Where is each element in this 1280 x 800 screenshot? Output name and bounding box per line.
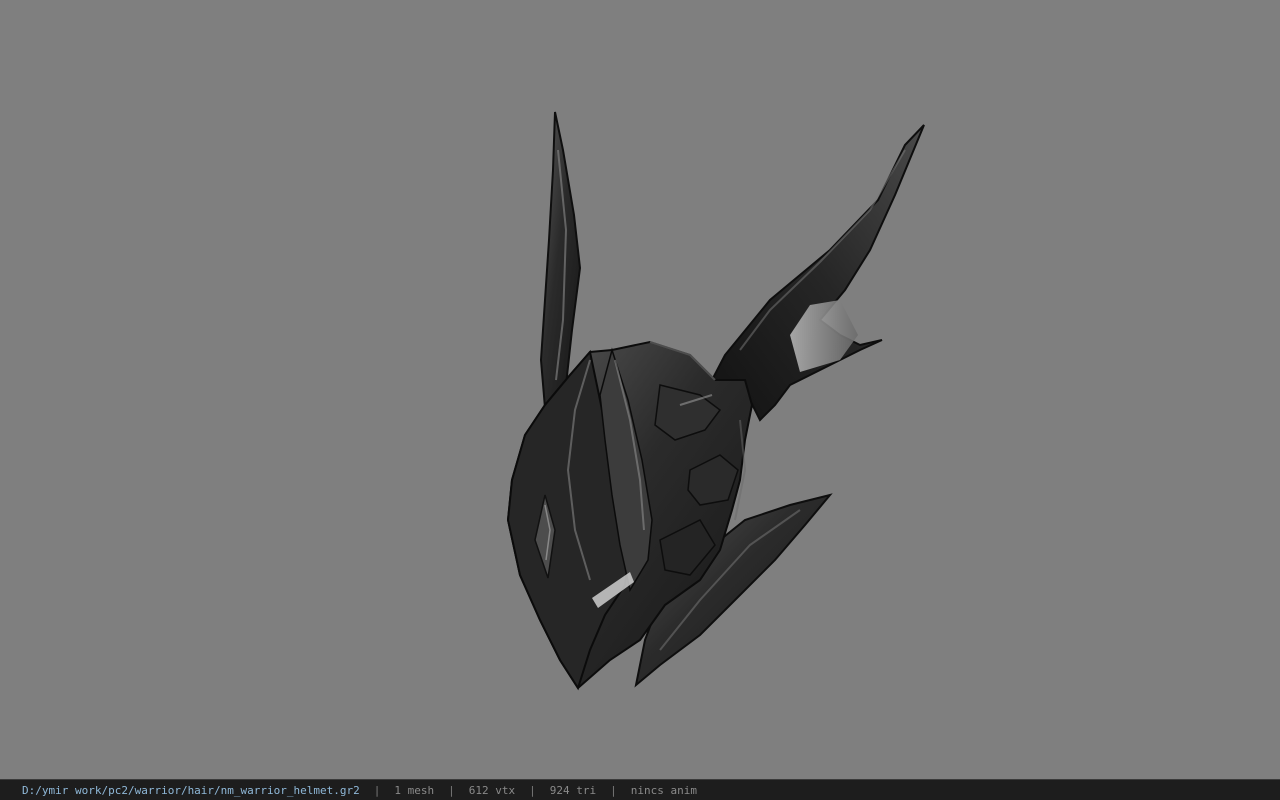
separator: |: [448, 783, 455, 797]
mesh-count-label: 1 mesh: [394, 783, 435, 797]
separator: |: [610, 783, 617, 797]
triangle-count-label: 924 tri: [549, 783, 597, 797]
file-path-label: D:/ymir work/pc2/warrior/hair/nm_warrior…: [22, 783, 360, 797]
3d-viewport[interactable]: [0, 0, 1280, 779]
status-bar: D:/ymir work/pc2/warrior/hair/nm_warrior…: [0, 779, 1280, 800]
separator: |: [529, 783, 536, 797]
separator: |: [373, 783, 381, 797]
vertex-count-label: 612 vtx: [468, 783, 516, 797]
helmet-model-render[interactable]: [0, 0, 1280, 779]
animation-status-label: nincs anim: [630, 783, 697, 797]
